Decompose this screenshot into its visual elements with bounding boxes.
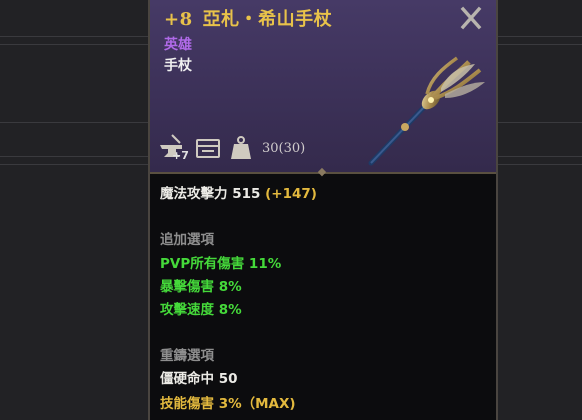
divider-ornament-icon: ◆ (317, 165, 327, 178)
divider (0, 36, 148, 37)
added-options-header: 追加選項 (160, 232, 214, 248)
divider (0, 164, 148, 165)
weight-value: 30(30) (262, 141, 306, 156)
main-stat: 魔法攻擊力 515 (+147) (160, 182, 317, 202)
divider (496, 122, 582, 123)
chest-icon (196, 139, 220, 158)
weight-icon (231, 136, 251, 159)
divider (0, 156, 148, 157)
added-option: 暴擊傷害 8% (160, 279, 242, 295)
added-option: PVP所有傷害 11% (160, 256, 282, 272)
main-stat-bonus: (+147) (265, 186, 317, 202)
divider (496, 44, 582, 45)
tooltip-header: +8 亞札・希山手杖 英雄 手杖 +7 30(30) (150, 0, 496, 172)
added-option: 攻擊速度 8% (160, 302, 242, 318)
staff-icon (368, 56, 485, 166)
inventory-panel-right (496, 0, 582, 420)
close-x-icon (460, 6, 482, 30)
divider (496, 36, 582, 37)
divider (0, 122, 148, 123)
item-grade: 英雄 (164, 37, 192, 53)
recast-options-header: 重鑄選項 (160, 348, 214, 364)
item-name: 亞札・希山手杖 (202, 9, 333, 30)
divider (496, 164, 582, 165)
divider (0, 44, 148, 45)
main-stat-label: 魔法攻擊力 515 (160, 186, 261, 202)
item-type: 手杖 (164, 58, 192, 74)
item-title: +8 亞札・希山手杖 (164, 5, 332, 31)
enhance-badge: +7 (172, 149, 189, 162)
divider (496, 156, 582, 157)
item-tooltip: +8 亞札・希山手杖 英雄 手杖 +7 30(30) ◆ 魔法攻擊力 515 (… (148, 0, 498, 420)
close-button[interactable] (456, 3, 486, 33)
enhance-level: +8 (164, 9, 193, 30)
inventory-panel-left (0, 0, 148, 420)
recast-option: 僵硬命中 50 (160, 371, 238, 387)
recast-option-max: 技能傷害 3%（MAX) (160, 396, 296, 412)
